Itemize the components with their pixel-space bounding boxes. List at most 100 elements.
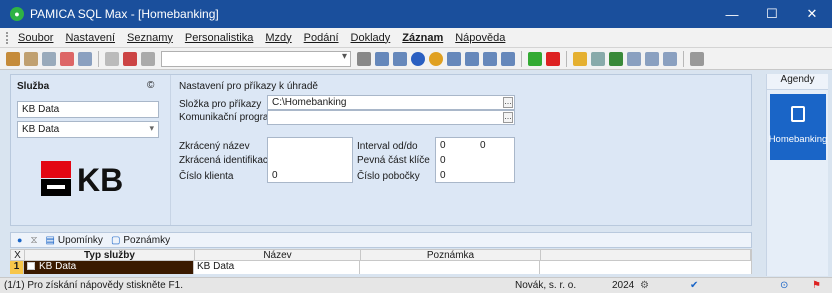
- new-icon[interactable]: [6, 51, 20, 66]
- help-icon[interactable]: [690, 51, 704, 66]
- status-year: 2024: [612, 280, 635, 291]
- status-flag-icon[interactable]: ⚑: [812, 280, 821, 291]
- cislo-klienta-label: Číslo klienta: [179, 171, 234, 182]
- zkraceny-group-field[interactable]: 0: [267, 137, 353, 183]
- menu-doklady[interactable]: Doklady: [351, 32, 391, 44]
- komunikacni-label: Komunikační program: [179, 112, 277, 123]
- tab-poznamky-label: Poznámky: [123, 234, 171, 246]
- kb-logo-white-line: [47, 185, 65, 189]
- warning-icon[interactable]: [429, 51, 443, 66]
- row-typ-cell[interactable]: KB Data: [24, 261, 194, 274]
- bank-icon[interactable]: [609, 51, 623, 66]
- status-bar: (1/1) Pro získání nápovědy stiskněte F1.…: [0, 277, 832, 293]
- sluzba-label: Služba: [17, 81, 50, 92]
- close-button[interactable]: ✕: [792, 0, 832, 28]
- table-row[interactable]: 1 KB Data KB Data: [10, 261, 752, 274]
- interval-from-value: 0: [440, 140, 446, 151]
- edit-icon[interactable]: [24, 51, 38, 66]
- toolbar-combo[interactable]: [161, 50, 351, 67]
- tab-upominky[interactable]: ▤ Upomínky: [45, 235, 102, 246]
- title-bar: ● PAMICA SQL Max - [Homebanking] — ☐ ✕: [0, 0, 832, 28]
- window2-icon[interactable]: [645, 51, 659, 66]
- print-icon[interactable]: [105, 51, 119, 66]
- service-select-value: KB Data: [22, 124, 60, 135]
- agendy-panel: Agendy Homebanking: [766, 74, 828, 276]
- list-icon[interactable]: [501, 51, 515, 66]
- interval-group-field[interactable]: 0 0 0 0: [435, 137, 515, 183]
- filter-clear-icon[interactable]: ⧖: [30, 235, 37, 246]
- menu-zaznam[interactable]: Záznam: [402, 32, 443, 44]
- toolbar-separator: [98, 50, 99, 67]
- slozka-label: Složka pro příkazy: [179, 99, 262, 110]
- flag-green-icon[interactable]: [528, 51, 542, 66]
- zkracena-ident-label: Zkrácená identifikace: [179, 155, 274, 166]
- menu-grip: [6, 31, 10, 44]
- export-icon[interactable]: [123, 51, 137, 66]
- grid-header-typ[interactable]: Typ služby: [25, 250, 195, 261]
- zkraceny-nazev-label: Zkrácený název: [179, 141, 250, 152]
- grid-header-nazev[interactable]: Název: [195, 250, 361, 261]
- copy-icon[interactable]: [42, 51, 56, 66]
- app-icon: ●: [10, 7, 24, 21]
- row-typ-value: KB Data: [39, 261, 77, 272]
- window3-icon[interactable]: [663, 51, 677, 66]
- slozka-field[interactable]: C:\Homebanking: [267, 95, 515, 110]
- menu-mzdy[interactable]: Mzdy: [265, 32, 291, 44]
- copyright-icon[interactable]: ©: [147, 80, 154, 91]
- status-check-icon[interactable]: ✔: [690, 280, 698, 291]
- row-nazev-cell[interactable]: KB Data: [194, 261, 360, 274]
- status-ok-icon[interactable]: ⊙: [780, 280, 788, 291]
- grid-header-poznamka[interactable]: Poznámka: [361, 250, 541, 261]
- main-panel: Služba © KB Data KB Data ▾ KB Nastavení …: [10, 74, 752, 226]
- grid-header-x[interactable]: X: [11, 250, 25, 261]
- menu-napoveda[interactable]: Nápověda: [455, 32, 505, 44]
- grid-icon[interactable]: [465, 51, 479, 66]
- homebanking-label: Homebanking: [768, 134, 828, 145]
- mail-icon[interactable]: [483, 51, 497, 66]
- save-icon[interactable]: [78, 51, 92, 66]
- status-gear-icon[interactable]: ⚙: [640, 280, 649, 291]
- tab-upominky-label: Upomínky: [57, 234, 103, 246]
- poznamky-icon: ▢: [110, 234, 121, 246]
- menu-soubor[interactable]: Soubor: [18, 32, 53, 44]
- settings-heading: Nastavení pro příkazy k úhradě: [179, 81, 318, 92]
- folder-icon[interactable]: [573, 51, 587, 66]
- menu-nastaveni[interactable]: Nastavení: [65, 32, 115, 44]
- komunikacni-field[interactable]: [267, 110, 515, 125]
- service-name-field[interactable]: KB Data: [17, 101, 159, 118]
- tab-poznamky[interactable]: ▢ Poznámky: [111, 235, 170, 246]
- menu-podani[interactable]: Podání: [304, 32, 339, 44]
- pin-icon[interactable]: ●: [17, 235, 22, 245]
- row-checkbox[interactable]: [27, 262, 35, 271]
- menu-personalistika[interactable]: Personalistika: [185, 32, 253, 44]
- minimize-button[interactable]: —: [712, 0, 752, 28]
- table-icon[interactable]: [447, 51, 461, 66]
- calendar-icon[interactable]: [375, 51, 389, 66]
- cislo-pobocky-label: Číslo pobočky: [357, 171, 420, 182]
- preview-icon[interactable]: [141, 51, 155, 66]
- window-icon[interactable]: [627, 51, 641, 66]
- info-icon[interactable]: [411, 51, 425, 66]
- browse-program-button[interactable]: …: [503, 112, 513, 123]
- browse-folder-button[interactable]: …: [503, 97, 513, 108]
- cislo-pobocky-value: 0: [440, 170, 446, 181]
- interval-to-value: 0: [480, 140, 486, 151]
- window-title: PAMICA SQL Max - [Homebanking]: [30, 7, 219, 21]
- status-help-text: (1/1) Pro získání nápovědy stiskněte F1.: [4, 280, 183, 291]
- service-select[interactable]: KB Data ▾: [17, 121, 159, 138]
- pevna-value: 0: [440, 155, 446, 166]
- menu-bar: Soubor Nastavení Seznamy Personalistika …: [0, 28, 832, 48]
- filter-icon[interactable]: [357, 51, 371, 66]
- delete-icon[interactable]: [60, 51, 74, 66]
- homebanking-button[interactable]: Homebanking: [768, 94, 828, 160]
- maximize-button[interactable]: ☐: [752, 0, 792, 28]
- report-icon[interactable]: [393, 51, 407, 66]
- menu-seznamy[interactable]: Seznamy: [127, 32, 173, 44]
- kb-logo-text: KB: [77, 162, 124, 198]
- settings-icon[interactable]: [591, 51, 605, 66]
- row-poznamka-cell[interactable]: [360, 261, 540, 274]
- tabs-bar: ● ⧖ ▤ Upomínky ▢ Poznámky: [10, 232, 752, 248]
- document-icon: [791, 106, 805, 122]
- cislo-klienta-value: 0: [272, 170, 278, 181]
- flag-red-icon[interactable]: [546, 51, 560, 66]
